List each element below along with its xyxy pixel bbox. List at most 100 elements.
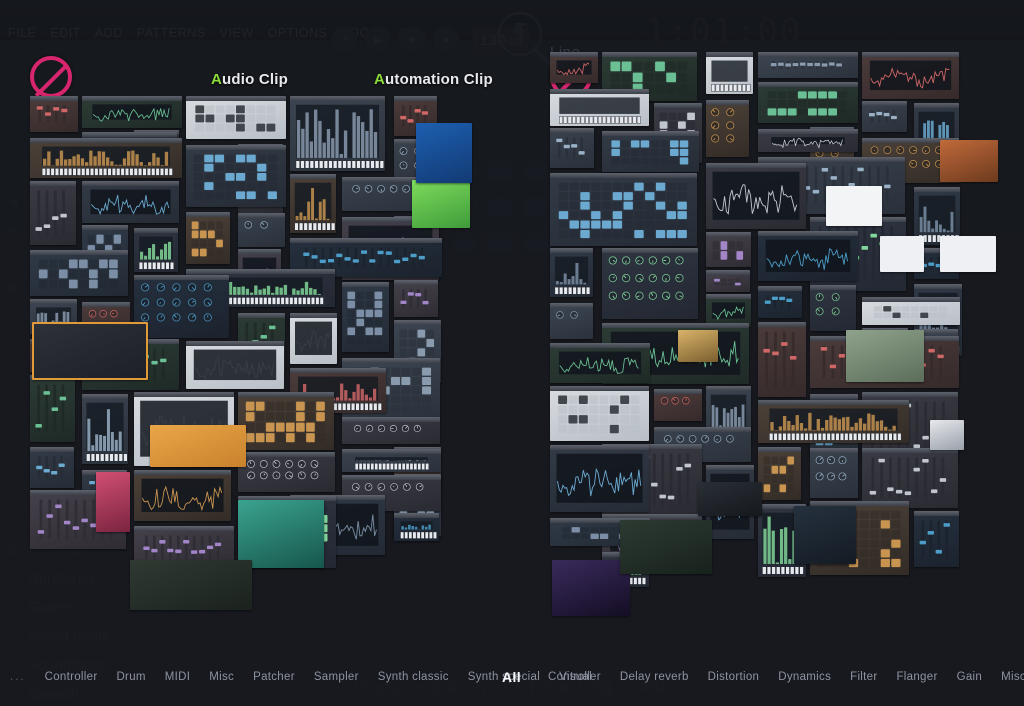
- category-distortion[interactable]: Distortion: [708, 671, 760, 683]
- plugin-thumbnail[interactable]: [238, 392, 334, 450]
- plugin-thumbnail[interactable]: [186, 145, 286, 207]
- plugin-thumbnail-pink[interactable]: [96, 472, 130, 532]
- plugin-thumbnail[interactable]: [706, 100, 749, 157]
- category-bar[interactable]: ... Controller Drum MIDI Misc Patcher Sampler S…: [0, 666, 1024, 688]
- plugin-thumbnail[interactable]: [186, 212, 230, 264]
- plugin-thumbnail[interactable]: [862, 448, 958, 508]
- plugin-thumbnail-orange[interactable]: [150, 425, 246, 467]
- category-flanger[interactable]: Flanger: [896, 671, 937, 683]
- plugin-thumbnail[interactable]: [758, 129, 858, 152]
- plugin-thumbnail-green[interactable]: [846, 330, 924, 382]
- plugin-thumbnail[interactable]: [758, 231, 858, 281]
- plugin-thumbnail[interactable]: [602, 248, 698, 319]
- plugin-thumbnail[interactable]: [654, 389, 702, 421]
- plugin-thumbnail[interactable]: [550, 386, 649, 441]
- plugin-thumbnail[interactable]: [30, 447, 74, 488]
- plugin-thumbnail[interactable]: [550, 248, 593, 297]
- plugin-thumbnail[interactable]: [290, 96, 385, 171]
- category-controller[interactable]: Controller: [45, 671, 98, 683]
- plugin-thumbnail-character[interactable]: [412, 180, 470, 228]
- plugin-thumbnail[interactable]: [810, 448, 858, 498]
- plugin-thumbnail-analyzer[interactable]: [794, 506, 856, 564]
- plugin-thumbnail-guitar[interactable]: [416, 123, 472, 183]
- plugin-thumbnail[interactable]: [706, 270, 750, 292]
- plugin-thumbnail[interactable]: [290, 174, 336, 233]
- plugin-thumbnail[interactable]: [758, 447, 801, 500]
- no-entry-icon[interactable]: [30, 56, 72, 98]
- plugin-thumbnail[interactable]: [862, 101, 907, 132]
- plugin-thumbnail[interactable]: [758, 322, 806, 397]
- automation-clip-label[interactable]: Automation Clip: [374, 71, 493, 88]
- plugin-thumbnail-eq[interactable]: [130, 560, 252, 610]
- plugin-thumbnail-rust[interactable]: [940, 140, 998, 182]
- plugin-thumbnail[interactable]: [342, 417, 440, 444]
- plugin-thumbnail-gms[interactable]: [32, 322, 148, 380]
- plugin-thumbnail[interactable]: [134, 470, 231, 521]
- category-gain[interactable]: Gain: [957, 671, 983, 683]
- effect-categories[interactable]: Controller Delay reverb Distortion Dynamics…: [548, 671, 1024, 683]
- plugin-thumbnail[interactable]: [82, 96, 182, 128]
- plugin-thumbnail[interactable]: [706, 163, 806, 229]
- audio-clip-label[interactable]: Audio Clip: [211, 71, 288, 88]
- plugin-thumbnail[interactable]: [394, 280, 438, 317]
- plugin-thumbnail[interactable]: [186, 341, 284, 389]
- plugin-thumbnail-eq2[interactable]: [620, 520, 712, 574]
- plugin-thumbnail-white[interactable]: [940, 236, 996, 272]
- category-controller[interactable]: Controller: [548, 671, 601, 683]
- plugin-thumbnail[interactable]: [758, 82, 858, 123]
- plugin-thumbnail-dark[interactable]: [698, 482, 762, 516]
- category-delay-reverb[interactable]: Delay reverb: [620, 671, 689, 683]
- plugin-thumbnail[interactable]: [550, 173, 697, 246]
- plugin-thumbnail-light[interactable]: [930, 420, 964, 450]
- category-sampler[interactable]: Sampler: [314, 671, 359, 683]
- category-synth-classic[interactable]: Synth classic: [378, 671, 449, 683]
- plugin-thumbnail[interactable]: [758, 286, 802, 318]
- plugin-picker-overlay[interactable]: cl Audio Clip Automation Clip Line ...Co…: [0, 0, 1024, 706]
- all-filter-button[interactable]: All: [502, 669, 521, 685]
- category-patcher[interactable]: Patcher: [253, 671, 295, 683]
- plugin-thumbnail[interactable]: [550, 128, 594, 168]
- plugin-thumbnail-white[interactable]: [826, 186, 882, 226]
- plugin-thumbnail[interactable]: [30, 96, 78, 132]
- plugin-thumbnail[interactable]: [810, 285, 856, 331]
- plugin-thumbnail[interactable]: [602, 131, 699, 172]
- category-misc[interactable]: Misc: [1001, 671, 1024, 683]
- plugin-thumbnail[interactable]: [550, 89, 649, 126]
- plugin-thumbnail[interactable]: [238, 452, 335, 492]
- plugin-thumbnail[interactable]: [30, 375, 75, 442]
- plugin-thumbnail[interactable]: [706, 52, 753, 94]
- category-drum[interactable]: Drum: [116, 671, 145, 683]
- category-midi[interactable]: MIDI: [165, 671, 190, 683]
- plugin-thumbnail[interactable]: [82, 181, 179, 223]
- plugin-thumbnail[interactable]: [914, 511, 959, 567]
- category-misc[interactable]: Misc: [209, 671, 234, 683]
- plugin-thumbnail[interactable]: [758, 400, 909, 443]
- plugin-thumbnail[interactable]: [290, 313, 337, 364]
- plugin-thumbnail[interactable]: [82, 394, 128, 464]
- plugin-thumbnail[interactable]: [30, 181, 76, 245]
- plugin-thumbnail-amber[interactable]: [678, 330, 718, 362]
- category-filter[interactable]: Filter: [850, 671, 877, 683]
- plugin-thumbnail[interactable]: [394, 513, 439, 541]
- category-dynamics[interactable]: Dynamics: [778, 671, 831, 683]
- plugin-thumbnail[interactable]: [550, 343, 650, 383]
- plugin-thumbnail[interactable]: [30, 250, 128, 296]
- plugin-thumbnail[interactable]: [550, 303, 593, 339]
- plugin-thumbnail-visual[interactable]: [552, 560, 630, 616]
- plugin-thumbnail[interactable]: [862, 52, 959, 99]
- plugin-thumbnail[interactable]: [238, 213, 285, 247]
- plugin-thumbnail-white[interactable]: [880, 236, 924, 272]
- plugin-thumbnail[interactable]: [30, 138, 182, 178]
- plugin-thumbnail[interactable]: [862, 297, 960, 325]
- plugin-thumbnail[interactable]: [134, 275, 229, 338]
- plugin-thumbnail[interactable]: [342, 282, 389, 352]
- plugin-thumbnail-teal[interactable]: [238, 500, 324, 568]
- plugin-thumbnail[interactable]: [186, 96, 286, 139]
- plugin-thumbnail[interactable]: [134, 228, 178, 272]
- category-[interactable]: ...: [10, 671, 26, 683]
- plugin-thumbnail[interactable]: [706, 232, 751, 267]
- plugin-thumbnail[interactable]: [550, 445, 649, 512]
- plugin-thumbnail[interactable]: [758, 52, 858, 78]
- plugin-thumbnail[interactable]: [342, 449, 441, 472]
- plugin-thumbnail[interactable]: [550, 52, 598, 83]
